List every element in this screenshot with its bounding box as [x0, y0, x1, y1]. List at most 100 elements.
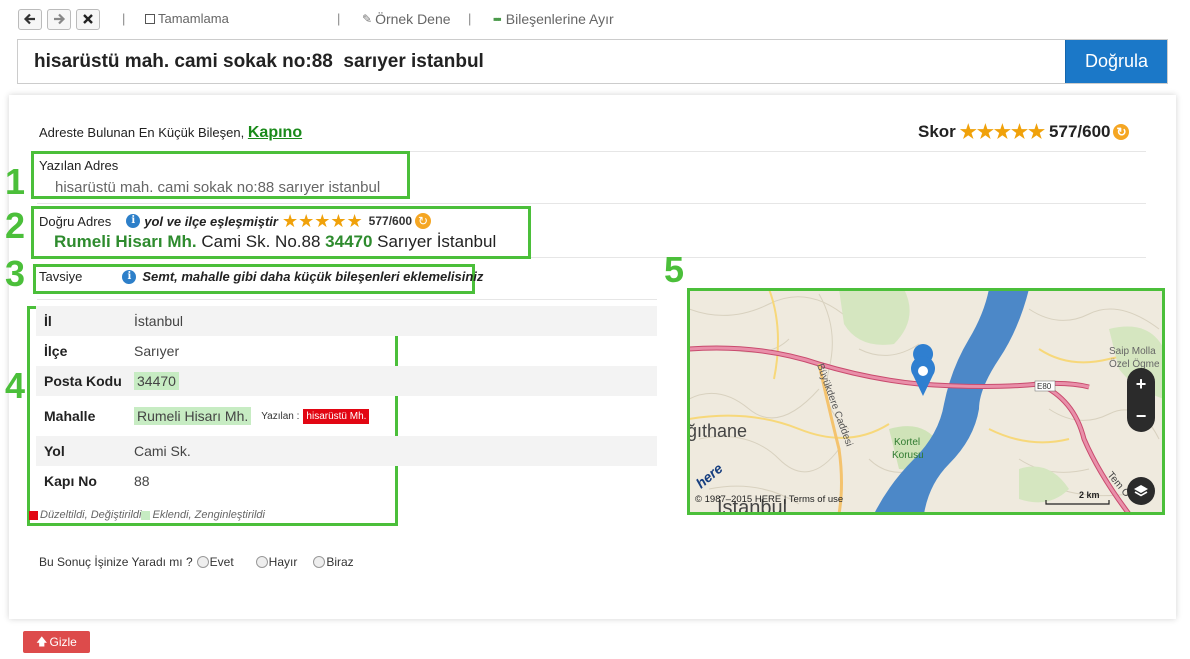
clear-button[interactable] — [76, 8, 100, 30]
correct-street: Cami Sk. No.88 — [201, 232, 321, 251]
legend-changed: Düzeltildi, Değiştirildi — [40, 509, 142, 521]
star-icon: ★ — [314, 211, 331, 231]
star-icon: ★ — [959, 121, 977, 143]
star-icon: ★ — [1027, 121, 1046, 143]
legend-added: Eklendi, Zenginleştirildi — [152, 509, 265, 521]
component-value: Cami Sk. — [134, 443, 191, 459]
smallest-value-link[interactable]: Kapıno — [248, 124, 302, 141]
correct-neighbourhood: Rumeli Hisarı Mh. — [54, 232, 197, 251]
correct-city: Sarıyer İstanbul — [377, 232, 497, 251]
written-address-label: Yazılan Adres — [39, 158, 119, 173]
separator: | — [337, 11, 341, 26]
star-icon: ★ — [330, 211, 347, 231]
some-label: Biraz — [326, 555, 354, 569]
result-card: Adreste Bulunan En Küçük Bileşen, Kapıno… — [9, 95, 1176, 619]
divider — [37, 203, 1146, 204]
smallest-prefix: Adreste Bulunan En Küçük Bileşen, — [39, 125, 245, 140]
table-row: İlçe Sarıyer — [36, 336, 657, 366]
star-icon: ★ — [346, 211, 363, 231]
pencil-icon: ✎ — [362, 12, 373, 26]
smallest-component: Adreste Bulunan En Küçük Bileşen, Kapıno — [39, 124, 302, 142]
star-icon: ★ — [993, 121, 1011, 143]
annotation-number: 5 — [664, 249, 685, 290]
divider — [37, 299, 657, 300]
table-row: Mahalle Rumeli Hisarı Mh. Yazılan : hisa… — [36, 396, 657, 436]
component-value: İstanbul — [134, 313, 184, 329]
forward-button[interactable] — [47, 8, 71, 30]
close-icon — [83, 14, 93, 24]
checkbox-icon — [145, 13, 155, 24]
star-icon: ★ — [976, 121, 994, 143]
component-key: İlçe — [44, 343, 68, 359]
table-row: İl İstanbul — [36, 306, 657, 336]
table-row: Yol Cami Sk. — [36, 436, 657, 466]
score-stars: ★ ★ ★ ★ ★ — [960, 123, 1045, 142]
info-icon[interactable]: i — [122, 269, 137, 284]
match-text: yol ve ilçe eşleşmiştir — [144, 213, 278, 229]
legend: Düzeltildi, Değiştirildi Eklendi, Zengin… — [29, 509, 265, 521]
complete-toggle[interactable]: Tamamlama — [145, 11, 229, 26]
yes-label: Evet — [209, 555, 234, 569]
correct-postcode: 34470 — [325, 232, 373, 251]
info-icon[interactable]: i — [126, 214, 141, 228]
star-icon: ★ — [281, 211, 299, 231]
correct-address-value: Rumeli Hisarı Mh. Cami Sk. No.88 34470 S… — [54, 232, 496, 252]
advice-row: Tavsiye i Semt, mahalle gibi daha küçük … — [39, 269, 483, 284]
map-box — [687, 288, 1165, 515]
feedback-question: Bu Sonuç İşinize Yaradı mı ? — [39, 555, 193, 569]
some-radio[interactable] — [313, 556, 326, 568]
hide-label: Gizle — [49, 635, 77, 649]
correct-address-label: Doğru Adres — [39, 213, 112, 229]
table-row: Posta Kodu 34470 — [36, 366, 657, 396]
yes-radio[interactable] — [196, 556, 209, 568]
sample-button[interactable]: ✎ Örnek Dene — [362, 11, 451, 27]
address-input[interactable] — [18, 40, 1065, 83]
star-icon: ★ — [1010, 121, 1028, 143]
complete-label: Tamamlama — [158, 11, 229, 26]
feedback-row: Bu Sonuç İşinize Yaradı mı ? Evet Hayır … — [39, 555, 354, 569]
arrow-left-icon — [23, 13, 35, 25]
component-key: Yol — [44, 443, 65, 459]
refresh-icon[interactable]: ↻ — [1113, 124, 1130, 140]
component-key: Posta Kodu — [44, 373, 122, 389]
toolbar — [18, 7, 105, 31]
hide-button[interactable]: 🡅 Gizle — [23, 631, 90, 653]
component-value: 34470 — [134, 372, 179, 390]
annotation-number: 3 — [5, 253, 26, 294]
split-label: Bileşenlerine Ayır — [505, 11, 614, 27]
search-bar: Doğrula — [17, 39, 1168, 84]
component-key: Kapı No — [44, 473, 97, 489]
back-button[interactable] — [18, 8, 42, 30]
correct-stars: ★ ★ ★ ★ ★ — [282, 212, 363, 230]
separator: | — [468, 11, 472, 26]
written-address-value: hisarüstü mah. cami sokak no:88 sarıyer … — [55, 179, 381, 196]
advice-label: Tavsiye — [39, 269, 83, 284]
verify-button[interactable]: Doğrula — [1065, 40, 1167, 83]
correct-address-header: Doğru Adres i yol ve ilçe eşleşmiştir ★ ★… — [39, 212, 432, 230]
correct-score: 577/600 — [368, 214, 413, 228]
component-value: 88 — [134, 473, 150, 489]
refresh-icon[interactable]: ↻ — [415, 213, 432, 229]
component-value-cell: 34470 — [134, 372, 179, 390]
sample-label: Örnek Dene — [375, 11, 451, 27]
annotation-number: 4 — [5, 365, 26, 406]
written-prefix: Yazılan : — [261, 410, 300, 422]
written-badge: hisarüstü Mh. — [303, 408, 370, 424]
score-label: Skor — [918, 122, 956, 141]
arrow-right-icon — [54, 13, 66, 25]
components-table: İl İstanbul İlçe Sarıyer Posta Kodu 3447… — [36, 306, 657, 496]
changed-swatch — [29, 510, 38, 520]
component-value-cell: Rumeli Hisarı Mh. Yazılan : hisarüstü Mh… — [134, 407, 370, 425]
component-value: Sarıyer — [134, 343, 180, 359]
no-label: Hayır — [268, 555, 298, 569]
component-key: Mahalle — [44, 408, 96, 424]
component-key: İl — [44, 313, 52, 329]
dots-icon: ▪▪▪ — [493, 12, 502, 26]
split-button[interactable]: ▪▪▪ Bileşenlerine Ayır — [493, 11, 614, 27]
score-display: Skor ★ ★ ★ ★ ★ 577/600 ↻ — [918, 122, 1130, 142]
table-row: Kapı No 88 — [36, 466, 657, 496]
annotation-number: 1 — [5, 161, 26, 202]
annotation-number: 2 — [5, 205, 26, 246]
no-radio[interactable] — [255, 556, 268, 568]
score-value: 577/600 — [1049, 122, 1111, 141]
